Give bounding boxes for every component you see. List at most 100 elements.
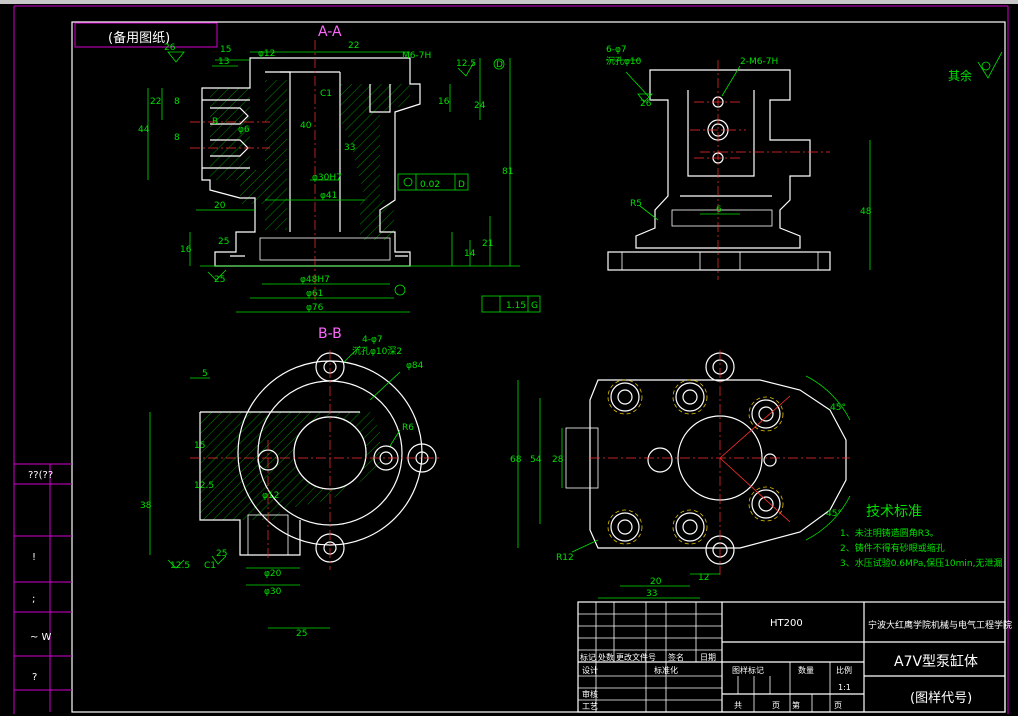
- dim-top-thread: 2-M6-7H: [740, 57, 778, 67]
- dim-aa-44: 44: [138, 125, 150, 135]
- tb-drawing-code: (图样代号): [910, 691, 972, 706]
- top-right-view: 6-φ7 沉孔φ10 26 2-M6-7H R5 6 48: [606, 45, 872, 280]
- section-view-aa: A-A 26 15 13 φ12 22 M6-7H 12.5 D 22 44 8…: [138, 24, 541, 313]
- dim-aa-16a: 16: [438, 97, 450, 107]
- dim-aa-phi48h7: φ48H7: [300, 275, 330, 285]
- tb-hdr-mark: 标记: [580, 652, 596, 662]
- drawing-sheet: ??(?? ! ; ~ W ? (备用图纸) 其余 A-A 26 15 13 φ…: [0, 0, 1018, 714]
- dim-aa-20: 20: [214, 201, 226, 211]
- tb-sheet-unit2: 页: [834, 701, 842, 710]
- dim-bb-phi20: φ20: [264, 569, 282, 579]
- roughness-rest-symbol: 其余: [948, 51, 1003, 83]
- dim-aa-22v: 22: [150, 97, 161, 107]
- tb-sheet-unit: 页: [772, 701, 780, 710]
- dim-aa-15: 15: [220, 45, 231, 55]
- dim-top-26: 26: [640, 99, 652, 109]
- dim-front-45a: 45°: [830, 403, 846, 413]
- side-label-2: !: [32, 552, 36, 563]
- dim-front-45b: 45°: [826, 509, 842, 519]
- dim-front-28: 28: [552, 455, 564, 465]
- dim-aa-c1: C1: [320, 89, 332, 99]
- tb-hdr-date: 日期: [700, 653, 716, 662]
- dim-aa-par: 1.15: [506, 301, 526, 311]
- dim-bb-phi30: φ30: [264, 587, 282, 597]
- dim-aa-8a: 8: [174, 97, 180, 107]
- dim-front-54: 54: [530, 455, 542, 465]
- tb-hdr-count: 处数: [598, 652, 614, 662]
- tb-check: 审核: [582, 689, 598, 699]
- dim-bb-25b: 25: [296, 629, 307, 639]
- side-label-1: ??(??: [28, 470, 53, 481]
- technical-requirements: 技术标准 1、未注明铸造圆角R3。 2、铸件不得有砂眼或缩孔 3、水压试验0.6…: [840, 504, 1003, 569]
- tb-designer: 设计: [582, 665, 598, 675]
- dim-front-12: 12: [698, 573, 709, 583]
- dim-bb-cbore: 沉孔φ10深2: [352, 346, 402, 357]
- tb-school: 宁波大红鹰学院机械与电气工程学院: [868, 619, 1012, 631]
- tb-scale-label: 比例: [836, 665, 852, 675]
- dim-aa-phi6: φ6: [238, 125, 250, 135]
- cad-canvas[interactable]: ??(?? ! ; ~ W ? (备用图纸) 其余 A-A 26 15 13 φ…: [0, 0, 1018, 716]
- top-scroll-strip: [0, 0, 1018, 4]
- dim-bb-phi84: φ84: [406, 361, 424, 371]
- dim-aa-25a: 25: [218, 237, 229, 247]
- dim-top-r5: R5: [630, 199, 642, 209]
- dim-front-r12: R12: [556, 553, 574, 563]
- dim-front-20: 20: [650, 577, 662, 587]
- tb-quantity: 数量: [798, 665, 814, 675]
- tb-hdr-sign: 签名: [668, 652, 684, 662]
- dim-aa-40: 40: [300, 121, 312, 131]
- section-bb-title: B-B: [318, 326, 342, 342]
- dim-aa-datum-d2: D: [458, 180, 465, 190]
- dim-aa-ra: 12.5: [456, 59, 476, 69]
- section-view-bb: B-B 4-φ7 沉孔φ10深2 φ84 5 R6 15 12.5 38 φ12…: [140, 326, 440, 639]
- title-block: HT200 宁波大红鹰学院机械与电气工程学院 A7V型泵缸体 (图样代号) 标记…: [577, 601, 1012, 713]
- side-label-3: ;: [32, 594, 35, 605]
- tb-process: 工艺: [582, 702, 598, 711]
- dim-bb-holes: 4-φ7: [362, 335, 383, 345]
- side-label-4: ~ W: [30, 632, 52, 643]
- tech-item-3: 3、水压试验0.6MPa,保压10min,无泄漏: [840, 557, 1003, 569]
- dim-aa-14: 14: [464, 249, 476, 259]
- dim-aa-8b: 8: [174, 133, 180, 143]
- dim-bb-15: 15: [194, 441, 205, 451]
- section-aa-title: A-A: [318, 24, 342, 40]
- tb-sheet-total: 共: [734, 701, 742, 710]
- dim-bb-phi12: φ12: [262, 491, 279, 501]
- dim-bb-5: 5: [202, 369, 208, 379]
- dim-top-holes: 6-φ7: [606, 45, 627, 55]
- tb-sheet-no: 第: [792, 700, 800, 710]
- dim-aa-b: B: [212, 117, 218, 127]
- dim-aa-phi12: φ12: [258, 49, 275, 59]
- dim-aa-tol: 0.02: [420, 180, 440, 190]
- dim-top-cbore: 沉孔φ10: [606, 56, 642, 67]
- dim-bb-38: 38: [140, 501, 152, 511]
- corner-label: (备用图纸): [108, 30, 170, 46]
- dim-aa-datum-d: D: [496, 60, 503, 70]
- dim-aa-phi41: φ41: [320, 191, 337, 201]
- dim-aa-phi30h7: φ30H7: [312, 173, 342, 183]
- dim-bb-25a: 25: [216, 549, 227, 559]
- tb-standardize: 标准化: [654, 665, 678, 675]
- dim-aa-22: 22: [348, 41, 359, 51]
- tech-item-1: 1、未注明铸造圆角R3。: [840, 527, 939, 539]
- tb-hdr-change: 更改文件号: [616, 652, 656, 662]
- dim-aa-16b: 16: [180, 245, 192, 255]
- dim-bb-c1: C1: [204, 561, 216, 571]
- tb-part-name: A7V型泵缸体: [894, 653, 978, 670]
- dim-front-68: 68: [510, 455, 522, 465]
- dim-aa-datum-g: G: [531, 301, 538, 311]
- tech-title: 技术标准: [866, 504, 922, 520]
- dim-bb-ra: 12.5: [170, 561, 190, 571]
- dim-bb-12-5: 12.5: [194, 481, 214, 491]
- dim-aa-21: 21: [482, 239, 493, 249]
- dim-aa-phi76: φ76: [306, 303, 324, 313]
- tb-stage-mark: 图样标记: [732, 665, 764, 675]
- dim-aa-81: 81: [502, 167, 513, 177]
- dim-aa-25b: 25: [214, 275, 225, 285]
- dim-top-48: 48: [860, 207, 872, 217]
- dim-aa-26: 26: [164, 43, 176, 53]
- dim-bb-r6: R6: [402, 423, 414, 433]
- dim-aa-phi61: φ61: [306, 289, 323, 299]
- tech-item-2: 2、铸件不得有砂眼或缩孔: [840, 542, 945, 554]
- roughness-rest-label: 其余: [948, 68, 972, 83]
